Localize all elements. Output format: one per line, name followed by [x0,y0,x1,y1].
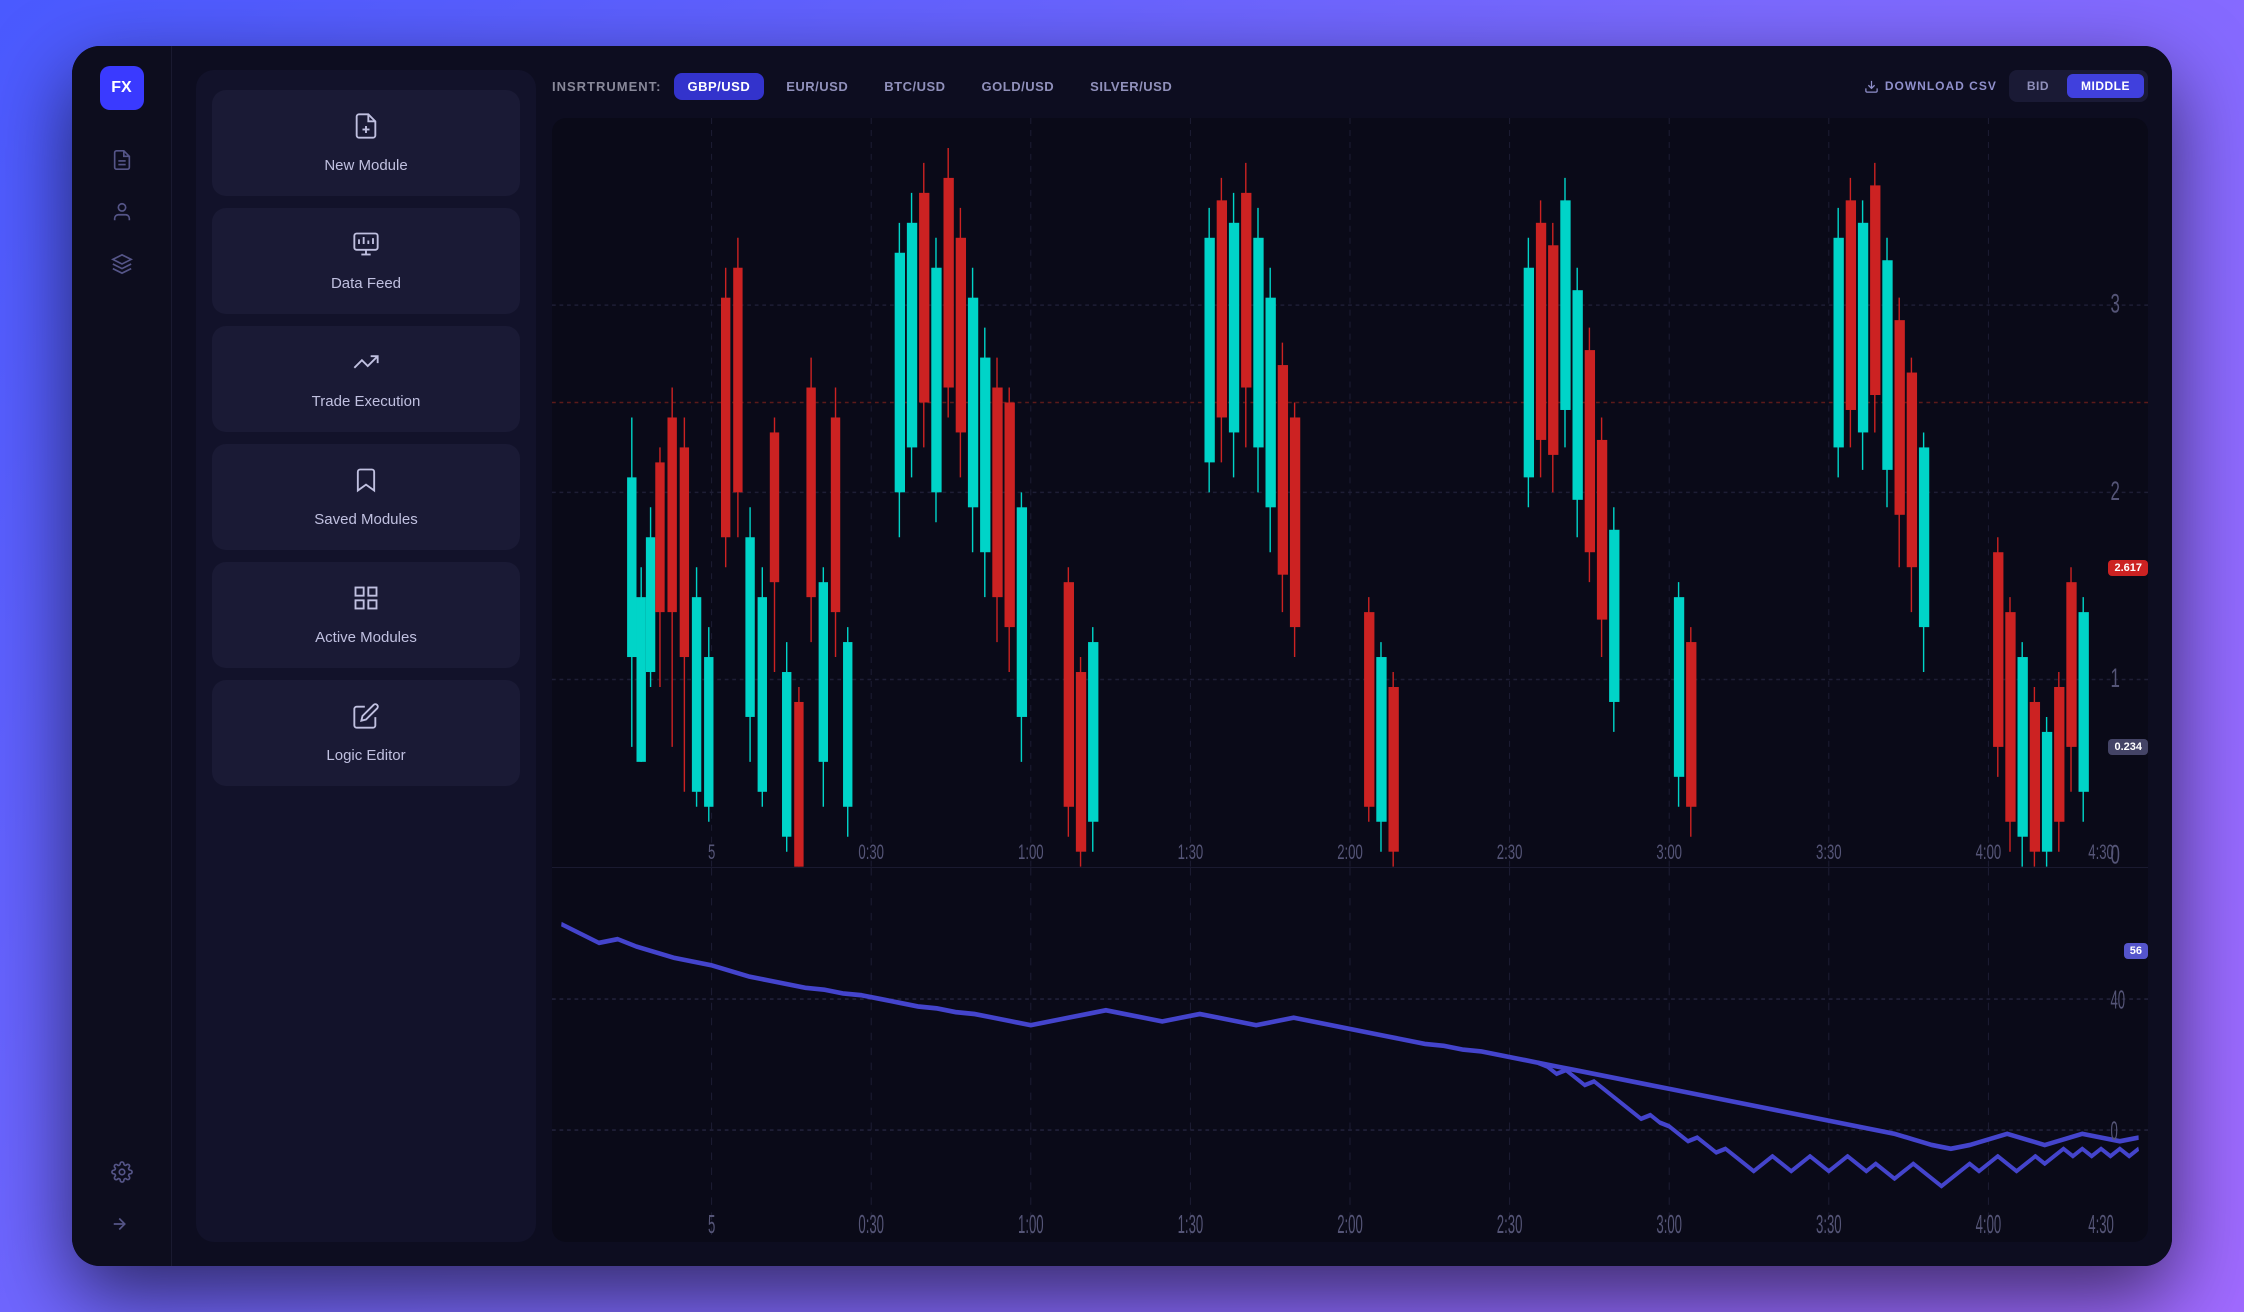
download-icon [1864,79,1879,94]
svg-text:2: 2 [2110,476,2119,506]
data-feed-label: Data Feed [331,275,401,292]
chart-area: INSRTRUMENT: GBP/USD EUR/USD BTC/USD GOL… [536,46,2172,1266]
svg-text:4:30: 4:30 [2088,1210,2114,1239]
svg-text:40: 40 [2110,985,2125,1014]
saved-modules-label: Saved Modules [314,511,417,528]
user-icon[interactable] [100,190,144,234]
trade-execution-icon [352,348,380,383]
price-type-buttons: BID MIDDLE [2009,70,2148,102]
document-icon[interactable] [100,138,144,182]
new-module-label: New Module [324,157,407,174]
oscillator-chart: .osc-grid { stroke: #1e1e35; stroke-widt… [552,868,2148,1242]
svg-text:1:00: 1:00 [1018,1210,1044,1239]
price-high-label: 2.617 [2108,560,2148,576]
tab-gbp-usd[interactable]: GBP/USD [674,73,765,100]
svg-text:1:30: 1:30 [1178,840,1204,864]
instrument-tabs: GBP/USD EUR/USD BTC/USD GOLD/USD SILVER/… [674,73,1187,100]
tab-eur-usd[interactable]: EUR/USD [772,73,862,100]
bid-button[interactable]: BID [2013,74,2063,98]
sidebar-narrow: FX [72,46,172,1266]
charts-wrapper: .grid-line { stroke: #1e1e35; stroke-wid… [552,118,2148,1242]
trade-execution-button[interactable]: Trade Execution [212,326,520,432]
saved-modules-icon [352,466,380,501]
logic-editor-label: Logic Editor [326,747,405,764]
new-module-button[interactable]: New Module [212,90,520,196]
svg-text:0:30: 0:30 [858,840,884,864]
svg-text:2:30: 2:30 [1497,840,1523,864]
data-feed-button[interactable]: Data Feed [212,208,520,314]
svg-text:3: 3 [2110,289,2119,319]
price-low-label: 0.234 [2108,739,2148,755]
active-modules-icon [352,584,380,619]
svg-text:2:00: 2:00 [1337,1210,1363,1239]
download-csv-label: DOWNLOAD CSV [1885,79,1997,93]
left-panel: New Module Data Feed [196,70,536,1242]
oscillator-label: 56 [2124,943,2148,959]
candlestick-chart: .grid-line { stroke: #1e1e35; stroke-wid… [552,118,2148,868]
svg-text:2:00: 2:00 [1337,840,1363,864]
instrument-label: INSRTRUMENT: [552,79,662,94]
svg-text:3:30: 3:30 [1816,840,1842,864]
svg-text:1: 1 [2110,663,2119,693]
layers-icon[interactable] [100,242,144,286]
tab-btc-usd[interactable]: BTC/USD [870,73,959,100]
data-feed-icon [352,230,380,265]
new-module-icon [352,112,380,147]
svg-text:0:30: 0:30 [858,1210,884,1239]
saved-modules-button[interactable]: Saved Modules [212,444,520,550]
tab-gold-usd[interactable]: GOLD/USD [968,73,1069,100]
svg-text:3:00: 3:00 [1656,840,1682,864]
svg-text:0: 0 [2110,1116,2117,1145]
svg-text:3:00: 3:00 [1656,1210,1682,1239]
svg-text:3:30: 3:30 [1816,1210,1842,1239]
svg-text:5: 5 [708,1210,715,1239]
logic-editor-icon [352,702,380,737]
trade-execution-label: Trade Execution [312,393,421,410]
svg-text:5: 5 [708,840,715,864]
svg-text:1:00: 1:00 [1018,840,1044,864]
export-icon[interactable] [100,1202,144,1246]
active-modules-label: Active Modules [315,629,417,646]
app-container: FX [72,46,2172,1266]
app-logo[interactable]: FX [100,66,144,110]
settings-icon[interactable] [100,1150,144,1194]
svg-text:4:00: 4:00 [1976,1210,2002,1239]
middle-button[interactable]: MIDDLE [2067,74,2144,98]
main-area: New Module Data Feed [172,46,2172,1266]
tab-silver-usd[interactable]: SILVER/USD [1076,73,1186,100]
svg-text:1:30: 1:30 [1178,1210,1204,1239]
logic-editor-button[interactable]: Logic Editor [212,680,520,786]
download-csv-button[interactable]: DOWNLOAD CSV [1864,79,1997,94]
svg-text:4:00: 4:00 [1976,840,2002,864]
svg-text:4:30: 4:30 [2088,840,2114,864]
chart-header: INSRTRUMENT: GBP/USD EUR/USD BTC/USD GOL… [552,70,2148,102]
active-modules-button[interactable]: Active Modules [212,562,520,668]
svg-text:2:30: 2:30 [1497,1210,1523,1239]
